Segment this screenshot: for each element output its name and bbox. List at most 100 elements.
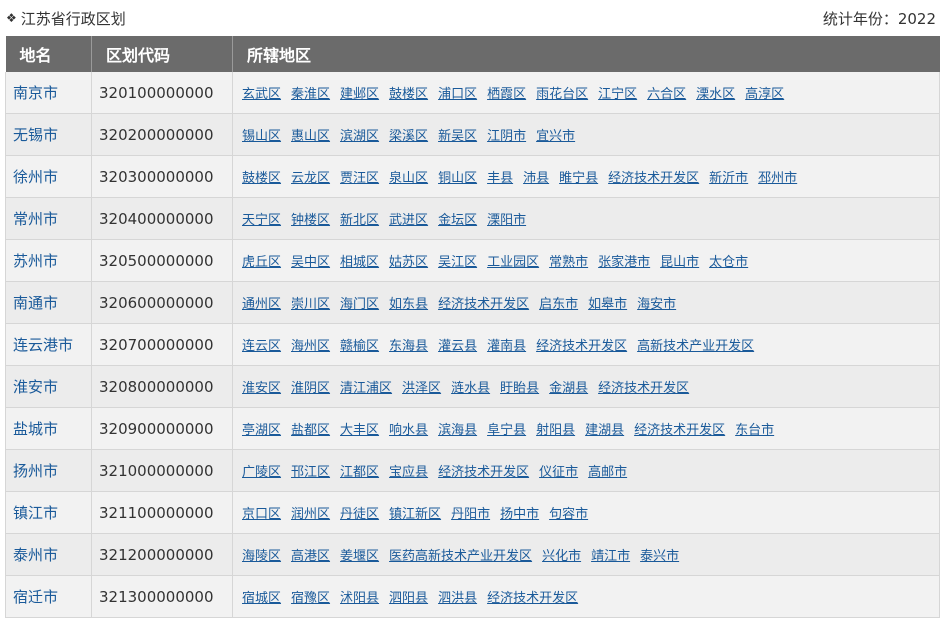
subdivision-link[interactable]: 浦口区: [438, 87, 477, 102]
subdivision-link[interactable]: 天宁区: [242, 213, 281, 228]
subdivision-link[interactable]: 经济技术开发区: [536, 339, 627, 354]
subdivision-link[interactable]: 丹徒区: [340, 507, 379, 522]
subdivision-link[interactable]: 射阳县: [536, 423, 575, 438]
subdivision-link[interactable]: 句容市: [549, 507, 588, 522]
subdivision-link[interactable]: 海陵区: [242, 549, 281, 564]
subdivision-link[interactable]: 灌南县: [487, 339, 526, 354]
subdivision-link[interactable]: 东台市: [735, 423, 774, 438]
subdivision-link[interactable]: 宿豫区: [291, 591, 330, 606]
subdivision-link[interactable]: 金坛区: [438, 213, 477, 228]
subdivision-link[interactable]: 润州区: [291, 507, 330, 522]
subdivision-link[interactable]: 新沂市: [709, 171, 748, 186]
subdivision-link[interactable]: 高邮市: [588, 465, 627, 480]
subdivision-link[interactable]: 姑苏区: [389, 255, 428, 270]
subdivision-link[interactable]: 吴中区: [291, 255, 330, 270]
subdivision-link[interactable]: 泰兴市: [640, 549, 679, 564]
subdivision-link[interactable]: 经济技术开发区: [634, 423, 725, 438]
subdivision-link[interactable]: 泗洪县: [438, 591, 477, 606]
subdivision-link[interactable]: 姜堰区: [340, 549, 379, 564]
subdivision-link[interactable]: 玄武区: [242, 87, 281, 102]
subdivision-link[interactable]: 江都区: [340, 465, 379, 480]
subdivision-link[interactable]: 宝应县: [389, 465, 428, 480]
subdivision-link[interactable]: 京口区: [242, 507, 281, 522]
city-link[interactable]: 苏州市: [13, 252, 58, 270]
subdivision-link[interactable]: 武进区: [389, 213, 428, 228]
subdivision-link[interactable]: 沭阳县: [340, 591, 379, 606]
subdivision-link[interactable]: 医药高新技术产业开发区: [389, 549, 532, 564]
subdivision-link[interactable]: 太仓市: [709, 255, 748, 270]
subdivision-link[interactable]: 通州区: [242, 297, 281, 312]
subdivision-link[interactable]: 惠山区: [291, 129, 330, 144]
subdivision-link[interactable]: 经济技术开发区: [438, 297, 529, 312]
subdivision-link[interactable]: 常熟市: [549, 255, 588, 270]
subdivision-link[interactable]: 溧水区: [696, 87, 735, 102]
subdivision-link[interactable]: 鼓楼区: [389, 87, 428, 102]
subdivision-link[interactable]: 滨海县: [438, 423, 477, 438]
subdivision-link[interactable]: 高淳区: [745, 87, 784, 102]
subdivision-link[interactable]: 六合区: [647, 87, 686, 102]
city-link[interactable]: 淮安市: [13, 378, 58, 396]
subdivision-link[interactable]: 钟楼区: [291, 213, 330, 228]
city-link[interactable]: 泰州市: [13, 546, 58, 564]
subdivision-link[interactable]: 邳州市: [758, 171, 797, 186]
subdivision-link[interactable]: 虎丘区: [242, 255, 281, 270]
subdivision-link[interactable]: 如皋市: [588, 297, 627, 312]
subdivision-link[interactable]: 宿城区: [242, 591, 281, 606]
subdivision-link[interactable]: 盐都区: [291, 423, 330, 438]
subdivision-link[interactable]: 铜山区: [438, 171, 477, 186]
subdivision-link[interactable]: 昆山市: [660, 255, 699, 270]
subdivision-link[interactable]: 睢宁县: [559, 171, 598, 186]
subdivision-link[interactable]: 扬中市: [500, 507, 539, 522]
subdivision-link[interactable]: 新北区: [340, 213, 379, 228]
subdivision-link[interactable]: 启东市: [539, 297, 578, 312]
subdivision-link[interactable]: 滨湖区: [340, 129, 379, 144]
subdivision-link[interactable]: 洪泽区: [402, 381, 441, 396]
subdivision-link[interactable]: 盱眙县: [500, 381, 539, 396]
subdivision-link[interactable]: 海州区: [291, 339, 330, 354]
subdivision-link[interactable]: 相城区: [340, 255, 379, 270]
subdivision-link[interactable]: 经济技术开发区: [487, 591, 578, 606]
subdivision-link[interactable]: 江阴市: [487, 129, 526, 144]
subdivision-link[interactable]: 吴江区: [438, 255, 477, 270]
subdivision-link[interactable]: 经济技术开发区: [608, 171, 699, 186]
subdivision-link[interactable]: 清江浦区: [340, 381, 392, 396]
subdivision-link[interactable]: 沛县: [523, 171, 549, 186]
subdivision-link[interactable]: 淮阴区: [291, 381, 330, 396]
subdivision-link[interactable]: 建邺区: [340, 87, 379, 102]
subdivision-link[interactable]: 梁溪区: [389, 129, 428, 144]
subdivision-link[interactable]: 亭湖区: [242, 423, 281, 438]
subdivision-link[interactable]: 建湖县: [585, 423, 624, 438]
city-link[interactable]: 扬州市: [13, 462, 58, 480]
subdivision-link[interactable]: 海门区: [340, 297, 379, 312]
subdivision-link[interactable]: 溧阳市: [487, 213, 526, 228]
city-link[interactable]: 常州市: [13, 210, 58, 228]
city-link[interactable]: 无锡市: [13, 126, 58, 144]
subdivision-link[interactable]: 赣榆区: [340, 339, 379, 354]
subdivision-link[interactable]: 广陵区: [242, 465, 281, 480]
subdivision-link[interactable]: 兴化市: [542, 549, 581, 564]
subdivision-link[interactable]: 高新技术产业开发区: [637, 339, 754, 354]
subdivision-link[interactable]: 靖江市: [591, 549, 630, 564]
subdivision-link[interactable]: 泉山区: [389, 171, 428, 186]
subdivision-link[interactable]: 仪征市: [539, 465, 578, 480]
subdivision-link[interactable]: 东海县: [389, 339, 428, 354]
subdivision-link[interactable]: 泗阳县: [389, 591, 428, 606]
subdivision-link[interactable]: 灌云县: [438, 339, 477, 354]
subdivision-link[interactable]: 丰县: [487, 171, 513, 186]
subdivision-link[interactable]: 涟水县: [451, 381, 490, 396]
city-link[interactable]: 连云港市: [13, 336, 73, 354]
subdivision-link[interactable]: 张家港市: [598, 255, 650, 270]
subdivision-link[interactable]: 高港区: [291, 549, 330, 564]
subdivision-link[interactable]: 贾汪区: [340, 171, 379, 186]
subdivision-link[interactable]: 锡山区: [242, 129, 281, 144]
subdivision-link[interactable]: 大丰区: [340, 423, 379, 438]
subdivision-link[interactable]: 崇川区: [291, 297, 330, 312]
city-link[interactable]: 南通市: [13, 294, 58, 312]
subdivision-link[interactable]: 栖霞区: [487, 87, 526, 102]
subdivision-link[interactable]: 经济技术开发区: [598, 381, 689, 396]
subdivision-link[interactable]: 阜宁县: [487, 423, 526, 438]
city-link[interactable]: 盐城市: [13, 420, 58, 438]
city-link[interactable]: 南京市: [13, 84, 58, 102]
subdivision-link[interactable]: 丹阳市: [451, 507, 490, 522]
subdivision-link[interactable]: 镇江新区: [389, 507, 441, 522]
